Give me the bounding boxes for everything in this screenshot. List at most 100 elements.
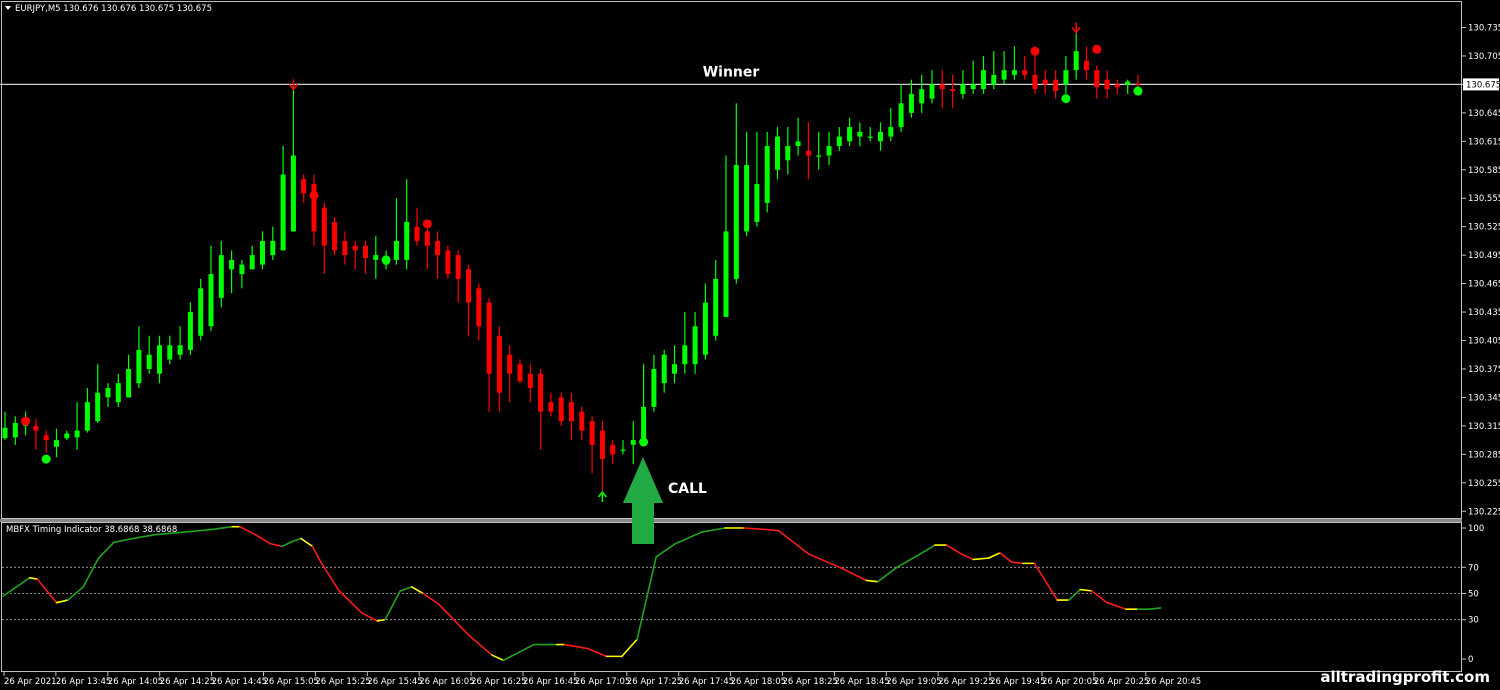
time-axis-label: 26 Apr 20:05 <box>1042 677 1097 687</box>
time-axis-label: 26 Apr 15:05 <box>264 677 319 687</box>
candle-body <box>579 411 585 431</box>
signal-dot <box>41 454 51 464</box>
time-axis-label: 26 Apr 20:25 <box>1094 677 1149 687</box>
candle-body <box>672 364 677 374</box>
candle-body <box>424 231 430 246</box>
candle-body <box>1042 79 1048 85</box>
time-axis-label: 26 Apr 18:05 <box>731 677 786 687</box>
current-price-label: 130.675 <box>1466 80 1500 90</box>
time-axis-label: 26 Apr 19:05 <box>886 677 941 687</box>
winner-label: Winner <box>703 64 760 80</box>
candle-body <box>775 136 780 170</box>
time-axis-label: 26 Apr 17:05 <box>575 677 630 687</box>
candle-body <box>764 146 770 203</box>
price-panel-title: EURJPY,M5 130.676 130.676 130.675 130.67… <box>15 4 212 14</box>
candle-body <box>218 255 224 298</box>
candle-body <box>373 255 379 260</box>
time-axis-label: 26 Apr 17:25 <box>627 677 682 687</box>
signal-dot <box>309 190 319 200</box>
candle-body <box>939 84 945 90</box>
candle-body <box>950 89 956 92</box>
candle-body <box>908 93 914 113</box>
candle-body <box>620 449 626 451</box>
time-axis-label: 26 Apr 19:25 <box>938 677 993 687</box>
candle-body <box>54 440 59 447</box>
candle-body <box>105 387 111 398</box>
signal-dot <box>639 437 649 447</box>
candle-body <box>878 131 883 142</box>
candle-body <box>816 155 822 157</box>
candle-body <box>1073 51 1079 71</box>
candle-body <box>785 146 791 161</box>
time-axis-label: 26 Apr 19:45 <box>990 677 1045 687</box>
indicator-axis-label: 70 <box>1468 563 1479 573</box>
price-axis-label: 130.225 <box>1468 507 1500 517</box>
candle-body <box>342 240 348 256</box>
signal-dot <box>381 255 391 265</box>
time-axis-label: 26 Apr 17:45 <box>679 677 734 687</box>
candle-body <box>393 240 399 260</box>
candle-body <box>651 368 657 407</box>
indicator-axis-label: 0 <box>1468 655 1473 665</box>
signal-dot <box>422 219 432 229</box>
indicator-panel-title: MBFX Timing Indicator 38.6868 38.6868 <box>6 525 177 535</box>
time-axis-label: 26 Apr 18:25 <box>783 677 838 687</box>
candle-body <box>558 397 564 422</box>
candle-body <box>1094 70 1100 88</box>
watermark: alltradingprofit.com <box>1320 668 1490 686</box>
candle-body <box>527 373 533 388</box>
time-axis-label: 26 Apr 18:45 <box>834 677 889 687</box>
candle-body <box>126 368 132 398</box>
price-panel-header: EURJPY,M5 130.676 130.676 130.675 130.67… <box>5 4 212 14</box>
candle-body <box>466 269 471 303</box>
time-axis-label: 26 Apr 16:45 <box>523 677 578 687</box>
price-axis-label: 130.645 <box>1468 109 1500 119</box>
candle-body <box>239 264 245 275</box>
price-axis-label: 130.255 <box>1468 479 1500 489</box>
candle-body <box>713 278 719 336</box>
candle-body <box>970 84 976 90</box>
candle-body <box>414 226 420 241</box>
candle-body <box>33 425 39 431</box>
time-axis-label: 26 Apr 13:45 <box>56 677 111 687</box>
candle-body <box>1084 60 1089 71</box>
candle-body <box>404 221 410 260</box>
candle-body <box>692 326 698 365</box>
candle-body <box>599 430 605 460</box>
candle-body <box>496 335 502 393</box>
indicator-axis-label: 100 <box>1468 524 1484 534</box>
candle-body <box>805 150 811 156</box>
candle-body <box>548 402 554 412</box>
candle-body <box>146 354 152 369</box>
time-axis-label: 26 Apr 15:25 <box>315 677 370 687</box>
price-axis-label: 130.585 <box>1468 166 1500 176</box>
price-axis-label: 130.615 <box>1468 137 1500 147</box>
candle-body <box>661 354 667 384</box>
candle <box>558 392 564 426</box>
candle-body <box>12 423 18 438</box>
candle-body <box>991 74 997 85</box>
candle-body <box>1022 70 1028 75</box>
candle-body <box>177 345 183 355</box>
price-axis-label: 130.405 <box>1468 337 1500 347</box>
candle-body <box>1125 81 1131 85</box>
candle-body <box>84 402 90 431</box>
price-axis-label: 130.345 <box>1468 393 1500 403</box>
candle-body <box>538 373 544 412</box>
candle-body <box>290 155 296 232</box>
indicator-axis-label: 30 <box>1468 616 1479 626</box>
candle-body <box>43 435 49 441</box>
price-axis-label: 130.465 <box>1468 280 1500 290</box>
candle-body <box>229 259 235 270</box>
indicator-axis-label: 50 <box>1468 590 1479 600</box>
time-axis-label: 26 Apr 16:05 <box>419 677 474 687</box>
candle-body <box>898 103 904 128</box>
candle-body <box>486 302 492 374</box>
candle-body <box>847 127 853 142</box>
candle-body <box>321 207 327 246</box>
candle-body <box>857 131 863 137</box>
candle-body <box>981 70 986 90</box>
candle-body <box>723 231 729 317</box>
candle-body <box>744 165 750 232</box>
candle <box>332 217 338 256</box>
